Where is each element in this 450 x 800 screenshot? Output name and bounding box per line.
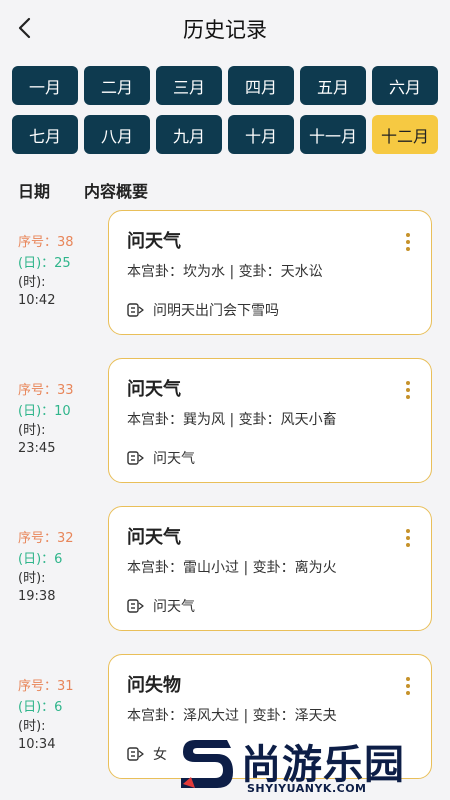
more-options-icon[interactable]	[405, 233, 411, 253]
page-title: 历史记录	[183, 18, 267, 42]
history-entry: 序号：33 (日)：10 (时): 23:45 问天气 本宫卦：巽为风 | 变卦：风天小畜…	[0, 358, 450, 486]
month-button[interactable]: 一月	[12, 66, 78, 105]
entry-meta: 序号：32 (日)：6 (时): 19:38	[18, 528, 74, 606]
entry-gua: 本宫卦：雷山小过 | 变卦：离为火	[127, 560, 337, 576]
history-entry: 序号：38 (日)：25 (时): 10:42 问天气 本宫卦：坎为水 | 变卦：天水讼问…	[0, 210, 450, 338]
entry-seq: 序号：33	[18, 383, 74, 398]
entry-day: (日)：6	[18, 552, 63, 567]
entry-question: 问天气	[153, 451, 195, 467]
entry-time: 23:45	[18, 441, 56, 456]
month-button[interactable]: 六月	[372, 66, 438, 105]
entry-question-row: 问天气	[127, 448, 195, 468]
watermark: 尚游乐园 SHYIYUANYK.COM	[175, 730, 450, 800]
watermark-url: SHYIYUANYK.COM	[247, 782, 367, 795]
more-options-icon[interactable]	[405, 529, 411, 549]
month-button[interactable]: 十一月	[300, 115, 366, 154]
entry-seq: 序号：38	[18, 235, 74, 250]
month-button[interactable]: 二月	[84, 66, 150, 105]
entry-meta: 序号：33 (日)：10 (时): 23:45	[18, 380, 74, 458]
entry-time-label: (时):	[18, 275, 46, 290]
entry-seq: 序号：32	[18, 531, 74, 546]
entry-question-row: 问天气	[127, 596, 195, 616]
more-options-icon[interactable]	[405, 677, 411, 697]
entry-day: (日)：10	[18, 404, 71, 419]
month-button[interactable]: 八月	[84, 115, 150, 154]
entry-question: 女	[153, 747, 167, 763]
column-header-summary: 内容概要	[84, 182, 149, 201]
entry-time: 10:34	[18, 737, 56, 752]
entry-time-label: (时):	[18, 423, 46, 438]
history-entry: 序号：32 (日)：6 (时): 19:38 问天气 本宫卦：雷山小过 | 变卦：离为火问…	[0, 506, 450, 634]
question-icon	[127, 599, 144, 613]
entry-card[interactable]: 问天气 本宫卦：雷山小过 | 变卦：离为火 问天气	[108, 506, 432, 631]
month-button[interactable]: 三月	[156, 66, 222, 105]
entry-time: 19:38	[18, 589, 56, 604]
entry-seq: 序号：31	[18, 679, 74, 694]
entry-title: 问天气	[127, 527, 181, 548]
month-button[interactable]: 四月	[228, 66, 294, 105]
entry-time-label: (时):	[18, 571, 46, 586]
entry-question: 问天气	[153, 599, 195, 615]
entry-title: 问失物	[127, 675, 181, 696]
entry-question: 问明天出门会下雪吗	[153, 303, 279, 319]
month-button[interactable]: 十二月	[372, 115, 438, 154]
entry-question-row: 问明天出门会下雪吗	[127, 300, 279, 320]
entry-gua: 本宫卦：泽风大过 | 变卦：泽天夬	[127, 708, 337, 724]
month-selector: 一月 二月 三月 四月 五月 六月七月 八月 九月 十月 十一月 十二月	[12, 66, 438, 154]
entry-meta: 序号：38 (日)：25 (时): 10:42	[18, 232, 74, 310]
entry-meta: 序号：31 (日)：6 (时): 10:34	[18, 676, 74, 754]
entry-card[interactable]: 问天气 本宫卦：巽为风 | 变卦：风天小畜 问天气	[108, 358, 432, 483]
entry-time: 10:42	[18, 293, 56, 308]
entry-gua: 本宫卦：坎为水 | 变卦：天水讼	[127, 264, 323, 280]
entry-day: (日)：6	[18, 700, 63, 715]
question-icon	[127, 451, 144, 465]
month-button[interactable]: 七月	[12, 115, 78, 154]
month-button[interactable]: 十月	[228, 115, 294, 154]
entry-title: 问天气	[127, 379, 181, 400]
entry-title: 问天气	[127, 231, 181, 252]
entry-time-label: (时):	[18, 719, 46, 734]
entry-card[interactable]: 问天气本宫卦：坎为水 | 变卦：天水讼问明天出门会下雪吗	[108, 210, 432, 335]
header-bar: 历史记录	[0, 0, 450, 56]
column-header-date: 日期	[18, 182, 51, 201]
watermark-logo-icon	[181, 740, 233, 788]
question-icon	[127, 747, 144, 761]
more-options-icon[interactable]	[405, 381, 411, 401]
entry-day: (日)：25	[18, 256, 71, 271]
question-icon	[127, 303, 144, 317]
entry-gua: 本宫卦：巽为风 | 变卦：风天小畜	[127, 412, 337, 428]
entry-question-row: 女	[127, 744, 167, 764]
month-button[interactable]: 五月	[300, 66, 366, 105]
month-button[interactable]: 九月	[156, 115, 222, 154]
